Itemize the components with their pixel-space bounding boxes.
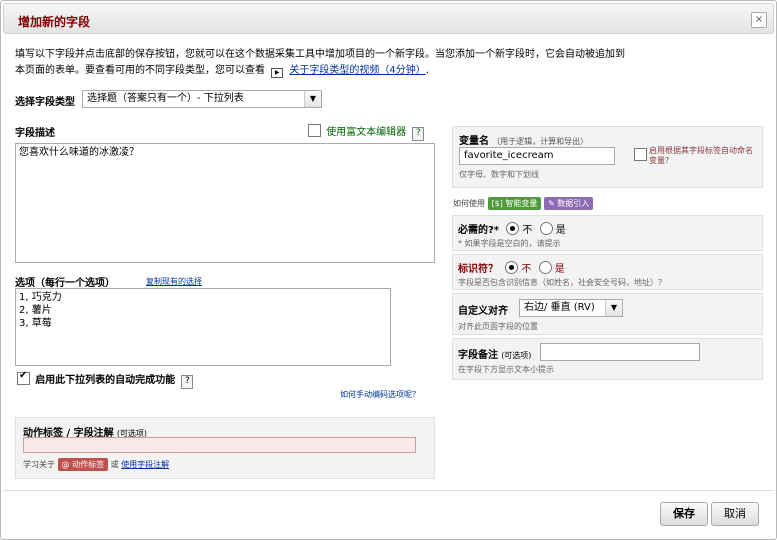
identifier-label: 标识符？ (458, 264, 498, 275)
autocomplete-toggle[interactable]: 启用此下拉列表的自动完成功能 ? (17, 370, 194, 389)
cancel-button[interactable]: 取消 (711, 502, 759, 526)
identifier-panel: 标识符？ 不 是 字段是否包含识别信息（如姓名，社会安全号码，地址）？ (452, 254, 763, 290)
smart-variables-button[interactable]: [$] 智能变量 (487, 197, 542, 210)
rich-text-checkbox[interactable] (308, 124, 321, 137)
add-field-dialog: 增加新的字段 × 填写以下字段并点击底部的保存按钮，您就可以在这个数据采集工具中… (0, 0, 777, 540)
intro-text: 填写以下字段并点击底部的保存按钮，您就可以在这个数据采集工具中增加项目的一个新字… (15, 47, 625, 79)
learn-prefix: 学习关于 (23, 460, 55, 469)
field-type-select[interactable]: 选择题（答案只有一个）- 下拉列表 ▼ (82, 90, 322, 108)
required-no-label: 不 (522, 225, 533, 236)
save-button[interactable]: 保存 (660, 502, 708, 526)
intro-line-2-prefix: 本页面的表单。要查看可用的不同字段类型，您可以查看 (15, 65, 265, 76)
field-note-panel: 字段备注 (可选项) 在字段下方显示文本小提示 (452, 338, 763, 380)
field-note-heading: 字段备注 (可选项) (458, 346, 531, 361)
autocomplete-checkbox[interactable] (17, 370, 30, 385)
variable-hint: （用于逻辑，计算和导出） (492, 137, 589, 146)
identifier-yes-label: 是 (554, 264, 565, 275)
alignment-note: 对齐此页面字段的位置 (458, 322, 538, 331)
field-note-note: 在字段下方显示文本小提示 (458, 365, 554, 374)
rich-text-toggle[interactable]: 使用富文本编辑器 ? (308, 123, 425, 141)
auto-variable-checkbox[interactable] (634, 148, 647, 161)
variable-name-input[interactable]: favorite_icecream (459, 147, 615, 165)
choices-label: 选项（每行一个选项） (15, 278, 115, 289)
rich-text-label: 使用富文本编辑器 (326, 127, 407, 138)
intro-line-1: 填写以下字段并点击底部的保存按钮，您就可以在这个数据采集工具中增加项目的一个新字… (15, 49, 625, 60)
piping-button[interactable]: ✎ 数据引入 (543, 197, 594, 210)
variable-note: 仅字母、数字和下划线 (459, 170, 539, 179)
footer-divider (3, 490, 774, 491)
action-tags-panel: 动作标签 / 字段注解 (可选项) 学习关于 @ 动作标签 或 使用字段注解 (15, 417, 435, 479)
identifier-row: 标识符？ 不 是 (458, 260, 565, 275)
alignment-value: 右边/ 垂直 (RV) (524, 302, 595, 313)
video-icon: ▶ (271, 68, 284, 78)
dialog-titlebar: 增加新的字段 × (3, 3, 774, 34)
manual-coding-link[interactable]: 如何手动编码选项呢？ (340, 389, 420, 400)
required-yes-label: 是 (555, 225, 566, 236)
required-no-radio[interactable] (506, 222, 520, 235)
alignment-panel: 自定义对齐 右边/ 垂直 (RV) ▼ 对齐此页面字段的位置 (452, 293, 763, 335)
howto-prefix: 如何使用 (453, 199, 485, 208)
variable-panel: 变量名 （用于逻辑，计算和导出） favorite_icecream 启用根据其… (452, 126, 763, 188)
autocomplete-label: 启用此下拉列表的自动完成功能 (35, 375, 176, 386)
field-type-label: 选择字段类型 (15, 97, 75, 108)
copy-choices-link[interactable]: 复制现有的选择 (146, 276, 202, 287)
help-icon[interactable]: ? (181, 375, 194, 389)
chevron-down-icon: ▼ (304, 91, 321, 107)
choice-line: 3, 草莓 (19, 318, 52, 329)
field-types-video-link[interactable]: 关于字段类型的视频（4分钟） (289, 65, 425, 76)
field-annotation-link[interactable]: 使用字段注解 (121, 460, 169, 469)
howto-row: 如何使用 [$] 智能变量 ✎ 数据引入 (453, 197, 594, 210)
required-label: 必需的?* (458, 225, 500, 236)
action-tags-button[interactable]: @ 动作标签 (57, 458, 109, 471)
identifier-note: 字段是否包含识别信息（如姓名，社会安全号码，地址）？ (458, 278, 666, 287)
close-icon[interactable]: × (751, 12, 767, 28)
help-icon[interactable]: ? (412, 127, 425, 141)
dialog-title: 增加新的字段 (18, 15, 91, 29)
field-type-value: 选择题（答案只有一个）- 下拉列表 (87, 93, 244, 104)
alignment-select[interactable]: 右边/ 垂直 (RV) ▼ (519, 299, 623, 317)
identifier-no-label: 不 (521, 264, 532, 275)
or-text: 或 (110, 460, 119, 469)
field-note-optional: (可选项) (501, 351, 532, 360)
intro-line-2: 本页面的表单。要查看可用的不同字段类型，您可以查看 ▶ 关于字段类型的视频（4分… (15, 63, 625, 79)
choice-line: 2, 薯片 (19, 305, 52, 316)
variable-label: 变量名 (459, 136, 489, 147)
choice-line: 1, 巧克力 (19, 292, 62, 303)
auto-variable-label: 启用根据其字段标签自动命名变量？ (649, 146, 753, 165)
field-note-label: 字段备注 (458, 350, 498, 361)
identifier-yes-radio[interactable] (538, 261, 552, 274)
alignment-label: 自定义对齐 (458, 306, 508, 317)
choices-textarea[interactable]: 1, 巧克力 2, 薯片 3, 草莓 (15, 288, 391, 366)
required-panel: 必需的?* 不 是 * 如果字段是空白的，请提示 (452, 215, 763, 251)
field-note-input[interactable] (540, 343, 700, 361)
required-yes-radio[interactable] (539, 222, 553, 235)
action-tags-help-row: 学习关于 @ 动作标签 或 使用字段注解 (23, 458, 169, 471)
intro-line-2-suffix: . (425, 65, 429, 76)
action-tags-input[interactable] (23, 437, 416, 453)
variable-heading: 变量名 （用于逻辑，计算和导出） (459, 132, 588, 147)
field-label-textarea[interactable]: 您喜欢什么味道的冰激凌？ (15, 143, 435, 263)
field-label-value: 您喜欢什么味道的冰激凌？ (19, 147, 139, 158)
required-row: 必需的?* 不 是 (458, 221, 566, 236)
identifier-no-radio[interactable] (505, 261, 519, 274)
required-note: * 如果字段是空白的，请提示 (458, 239, 561, 248)
chevron-down-icon: ▼ (605, 300, 622, 316)
field-label-label: 字段描述 (15, 128, 55, 139)
